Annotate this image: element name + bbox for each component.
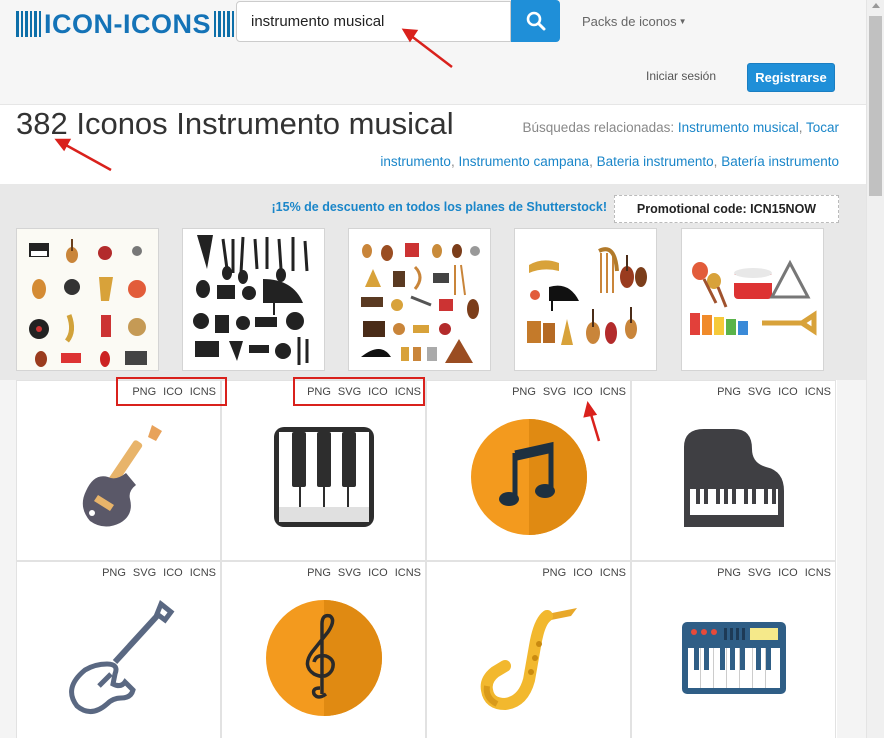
scrollbar-thumb[interactable] <box>869 16 882 196</box>
scroll-up-icon[interactable] <box>872 3 880 8</box>
format-ico[interactable]: ICO <box>368 567 388 579</box>
caret-down-icon: ▼ <box>678 17 687 26</box>
instruments-silhouettes-icon <box>193 235 309 365</box>
packs-label: Packs de iconos <box>582 14 677 29</box>
format-png[interactable]: PNG <box>512 386 536 398</box>
format-icns[interactable]: ICNS <box>190 567 216 579</box>
treble-clef-icon <box>265 600 382 716</box>
format-svg[interactable]: SVG <box>133 567 156 579</box>
toy-instruments-icon <box>690 259 817 336</box>
instruments-collage-icon <box>29 239 147 367</box>
login-link[interactable]: Iniciar sesión <box>646 69 716 83</box>
promo-code[interactable]: Promotional code: ICN15NOW <box>614 195 839 223</box>
stock-thumbnail[interactable] <box>182 228 325 371</box>
related-link-tocar-cont[interactable]: instrumento <box>380 154 451 169</box>
format-ico[interactable]: ICO <box>573 386 593 398</box>
format-icns[interactable]: ICNS <box>805 567 831 579</box>
related-link-tocar[interactable]: Tocar <box>806 120 839 135</box>
related-label: Búsquedas relacionadas: <box>522 120 675 135</box>
related-searches: Búsquedas relacionadas: Instrumento musi… <box>522 120 839 135</box>
format-ico[interactable]: ICO <box>778 386 798 398</box>
format-svg[interactable]: SVG <box>338 567 361 579</box>
saxophone-icon <box>480 608 577 711</box>
format-icns[interactable]: ICNS <box>600 567 626 579</box>
format-links: PNG SVG ICO ICNS <box>102 567 216 579</box>
orchestra-set-icon <box>527 247 647 345</box>
format-png[interactable]: PNG <box>717 386 741 398</box>
barcode-icon <box>16 11 41 37</box>
search-input[interactable] <box>236 1 511 42</box>
format-links: PNG SVG ICO ICNS <box>307 567 421 579</box>
packs-dropdown[interactable]: Packs de iconos ▼ <box>582 14 687 29</box>
stock-thumbnail[interactable] <box>16 228 159 371</box>
format-icns[interactable]: ICNS <box>395 567 421 579</box>
music-note-icon <box>470 419 587 535</box>
related-searches-line2: instrumento, Instrumento campana, Bateri… <box>380 154 839 169</box>
grand-piano-icon <box>683 429 784 527</box>
instruments-color-set-icon <box>361 243 480 363</box>
page-title: 382 Iconos Instrumento musical <box>16 106 454 141</box>
related-link-instrumento-campana[interactable]: Instrumento campana <box>458 154 589 169</box>
format-links: PNG SVG ICO ICNS <box>717 386 831 398</box>
format-svg[interactable]: SVG <box>748 567 771 579</box>
format-png[interactable]: PNG <box>542 567 566 579</box>
format-links: PNG SVG ICO ICNS <box>717 567 831 579</box>
icon-card[interactable]: PNG ICO ICNS <box>426 561 631 738</box>
scrollbar[interactable] <box>866 0 884 738</box>
icon-card[interactable]: PNG SVG ICO ICNS <box>221 561 426 738</box>
related-link-bateria-instrumento-accent[interactable]: Batería instrumento <box>721 154 839 169</box>
format-links: PNG ICO ICNS <box>542 567 626 579</box>
related-link-instrumento-musical[interactable]: Instrumento musical <box>678 120 799 135</box>
icon-card[interactable]: PNG SVG ICO ICNS <box>631 561 836 738</box>
top-bar: ICON-ICONS Packs de iconos▼ Iniciar sesi… <box>0 0 866 105</box>
logo-text: ICON-ICONS <box>44 9 211 39</box>
site-logo[interactable]: ICON-ICONS <box>16 8 239 40</box>
icon-card[interactable]: PNG SVG ICO ICNS <box>221 380 426 561</box>
icon-card[interactable]: PNG ICO ICNS <box>16 380 221 561</box>
icon-card[interactable]: PNG SVG ICO ICNS <box>426 380 631 561</box>
format-ico[interactable]: ICO <box>573 567 593 579</box>
format-links: PNG SVG ICO ICNS <box>512 386 626 398</box>
search-button[interactable] <box>511 0 560 42</box>
format-png[interactable]: PNG <box>102 567 126 579</box>
bass-guitar-icon <box>68 599 174 714</box>
results-heading: 382 Iconos Instrumento musical Búsquedas… <box>0 105 866 184</box>
format-svg[interactable]: SVG <box>543 386 566 398</box>
annotation-box <box>116 377 227 406</box>
icon-card[interactable]: PNG SVG ICO ICNS <box>16 561 221 738</box>
related-link-bateria-instrumento[interactable]: Bateria instrumento <box>597 154 714 169</box>
promo-text[interactable]: ¡15% de descuento en todos los planes de… <box>272 200 608 214</box>
synthesizer-icon <box>681 622 786 694</box>
format-icns[interactable]: ICNS <box>805 386 831 398</box>
format-ico[interactable]: ICO <box>163 567 183 579</box>
format-svg[interactable]: SVG <box>748 386 771 398</box>
format-icns[interactable]: ICNS <box>600 386 626 398</box>
format-ico[interactable]: ICO <box>778 567 798 579</box>
format-png[interactable]: PNG <box>307 567 331 579</box>
annotation-box <box>293 377 425 406</box>
register-button[interactable]: Registrarse <box>747 63 835 92</box>
electric-guitar-icon <box>82 425 162 527</box>
stock-thumbnail[interactable] <box>348 228 491 371</box>
stock-thumbnail[interactable] <box>681 228 824 371</box>
icon-card[interactable]: PNG SVG ICO ICNS <box>631 380 836 561</box>
format-png[interactable]: PNG <box>717 567 741 579</box>
search-icon <box>526 11 545 31</box>
stock-thumbnail[interactable] <box>514 228 657 371</box>
piano-keys-icon <box>273 427 374 527</box>
